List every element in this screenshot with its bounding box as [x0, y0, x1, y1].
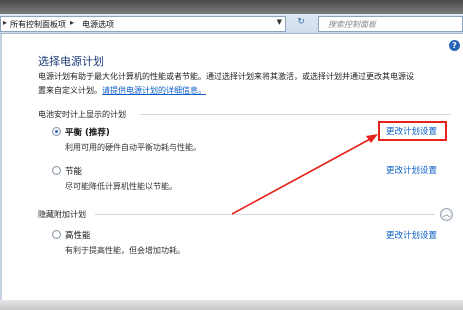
refresh-icon[interactable]: ↻ [290, 17, 312, 31]
breadcrumb-power-options[interactable]: 电源选项 [82, 19, 114, 30]
section-divider [95, 214, 435, 215]
breadcrumb-control-panel-items[interactable]: 所有控制面板项 [10, 19, 66, 30]
collapse-up-icon[interactable]: ︿ [440, 208, 453, 221]
arrow-shaft [231, 137, 373, 215]
window-bottom-strip [0, 300, 463, 310]
change-plan-settings-high-performance[interactable]: 更改计划设置 [386, 229, 437, 241]
plan-desc-high-performance: 有利于提高性能，但会增加功耗。 [65, 246, 185, 255]
plan-details-link[interactable]: 请提供电源计划的详细信息。 [102, 86, 206, 95]
left-border [0, 34, 2, 300]
radio-power-saver[interactable] [52, 166, 61, 175]
page-title: 选择电源计划 [38, 55, 104, 68]
change-plan-settings-power-saver[interactable]: 更改计划设置 [386, 164, 437, 176]
plan-name-high-performance[interactable]: 高性能 [65, 229, 91, 241]
search-placeholder: 搜索控制面板 [328, 20, 376, 29]
annotation-arrow [231, 134, 378, 215]
address-toolbar: ▸ 所有控制面板项 ▸ 电源选项 ▼ ↻ 搜索控制面板 [0, 14, 463, 34]
plan-desc-balanced: 利用可用的硬件自动平衡功耗与性能。 [65, 143, 201, 152]
plan-name-power-saver[interactable]: 节能 [65, 165, 82, 177]
search-input[interactable]: 搜索控制面板 [318, 16, 463, 32]
arrow-head [366, 134, 378, 143]
plan-name-balanced[interactable]: 平衡 (推荐) [65, 126, 110, 138]
plan-desc-power-saver: 尽可能降低计算机性能以节能。 [65, 182, 177, 191]
window-top-strip [0, 0, 463, 14]
help-icon[interactable]: ? [449, 40, 460, 51]
hidden-plans-heading[interactable]: 隐藏附加计划 [38, 209, 86, 220]
dropdown-arrow-icon[interactable]: ▼ [277, 18, 282, 26]
chevron-right-icon[interactable]: ▸ [3, 18, 7, 27]
radio-balanced[interactable] [52, 127, 61, 136]
annotation-highlight-box [378, 121, 447, 141]
page-description-line2: 置来自定义计划。请提供电源计划的详细信息。 [38, 85, 206, 96]
section-divider [140, 114, 451, 115]
radio-high-performance[interactable] [52, 230, 61, 239]
page-description-line1: 电源计划有助于最大化计算机的性能或者节能。通过选择计划来将其激活，或选择计划并通… [38, 72, 414, 81]
battery-plans-heading: 电池安时计上显示的计划 [38, 110, 126, 119]
page-description-prefix: 置来自定义计划。 [38, 86, 102, 95]
address-bar[interactable]: ▸ 所有控制面板项 ▸ 电源选项 ▼ [0, 16, 286, 32]
breadcrumb-separator[interactable]: ▸ [70, 18, 74, 27]
